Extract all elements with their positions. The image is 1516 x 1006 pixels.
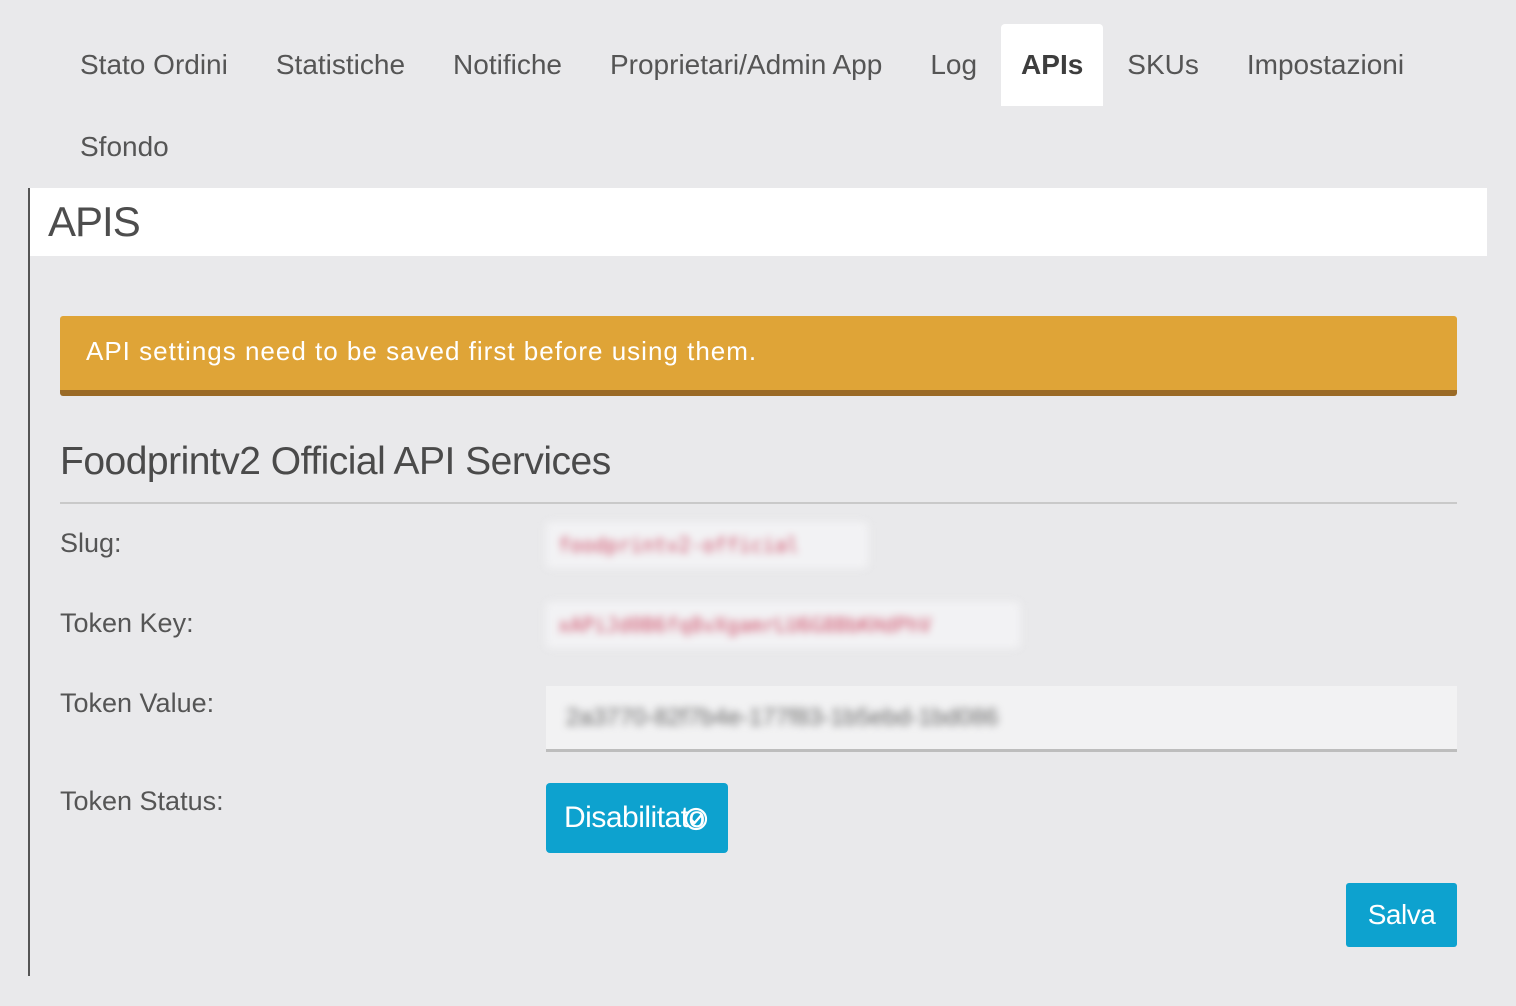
- tab-log[interactable]: Log: [906, 24, 1001, 106]
- token-key-label: Token Key:: [60, 608, 194, 638]
- tab-notifiche[interactable]: Notifiche: [429, 24, 586, 106]
- save-button[interactable]: Salva: [1346, 883, 1457, 947]
- panel-left-border: [28, 188, 30, 976]
- tab-impostazioni[interactable]: Impostazioni: [1223, 24, 1428, 106]
- token-status-label: Token Status:: [60, 786, 224, 816]
- tab-proprietari-admin-app[interactable]: Proprietari/Admin App: [586, 24, 906, 106]
- slug-value: foodprintv2-official: [546, 522, 868, 568]
- section-title: Foodprintv2 Official API Services: [60, 440, 1457, 504]
- settings-tabs: Stato Ordini Statistiche Notifiche Propr…: [56, 24, 1496, 188]
- alert-message: API settings need to be saved first befo…: [86, 335, 758, 366]
- token-key-value: xAPiJd0B6fq8vXgamrLU6G8BbKHdPhV: [546, 602, 1020, 648]
- check-icon: [684, 807, 708, 831]
- tab-skus[interactable]: SKUs: [1103, 24, 1223, 106]
- slug-label: Slug:: [60, 528, 122, 558]
- tab-sfondo[interactable]: Sfondo: [56, 106, 193, 188]
- token-value-text: 2a3770-82f7b4e-177f83-1b5ebd-1bd086: [566, 704, 999, 731]
- panel-title: APIS: [30, 188, 1487, 256]
- section-title-text: Foodprintv2 Official API Services: [60, 440, 611, 483]
- tab-stato-ordini[interactable]: Stato Ordini: [56, 24, 252, 106]
- token-status-toggle[interactable]: Disabilitato: [546, 783, 728, 853]
- tab-apis[interactable]: APIs: [1001, 24, 1104, 106]
- token-value-label: Token Value:: [60, 688, 215, 718]
- tab-statistiche[interactable]: Statistiche: [252, 24, 429, 106]
- warning-alert: API settings need to be saved first befo…: [60, 316, 1457, 396]
